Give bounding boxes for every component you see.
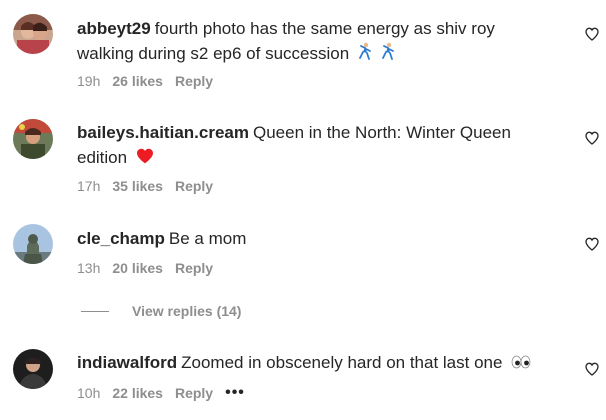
likes-count[interactable]: 35 likes [112,178,163,194]
like-heart-icon[interactable] [584,130,600,146]
comment-body: abbeyt29 fourth photo has the same energy… [77,16,546,67]
comment-username[interactable]: abbeyt29 [77,19,151,38]
reply-button[interactable]: Reply [175,385,213,401]
comment-time: 19h [77,73,101,89]
comment-username[interactable]: cle_champ [77,229,165,248]
likes-count[interactable]: 26 likes [112,73,163,89]
divider-line [81,310,109,312]
likes-count[interactable]: 22 likes [112,385,163,401]
dancer-emoji [381,42,395,67]
reply-button[interactable]: Reply [175,73,213,89]
reply-button[interactable]: Reply [175,260,213,276]
comment-meta: 17h 35 likes Reply [77,177,225,195]
comment-meta: 10h 22 likes Reply ••• [77,384,257,402]
comment-meta: 13h 20 likes Reply [77,259,225,277]
like-heart-icon[interactable] [584,361,600,377]
view-replies-label: View replies (14) [132,303,242,319]
like-heart-icon[interactable] [584,236,600,252]
avatar[interactable] [13,14,53,54]
likes-count[interactable]: 20 likes [112,260,163,276]
dancer-emoji [358,42,372,67]
comment-time: 17h [77,178,101,194]
comment-meta: 19h 26 likes Reply [77,72,225,90]
comment-time: 13h [77,260,101,276]
avatar[interactable] [13,119,53,159]
comment-username[interactable]: indiawalford [77,353,177,372]
comment-time: 10h [77,385,101,401]
comment-body: indiawalford Zoomed in obscenely hard on … [77,350,546,376]
eyes-emoji [511,351,531,376]
reply-button[interactable]: Reply [175,178,213,194]
comment-body: cle_champ Be a mom [77,226,546,251]
more-options-icon[interactable]: ••• [225,384,245,402]
comment-text: Zoomed in obscenely hard on that last on… [181,353,503,372]
comment-username[interactable]: baileys.haitian.cream [77,123,249,142]
avatar[interactable] [13,224,53,264]
comment-body: baileys.haitian.cream Queen in the North:… [77,120,546,171]
comment-text: Be a mom [168,229,247,248]
avatar[interactable] [13,349,53,389]
like-heart-icon[interactable] [584,26,600,42]
view-replies-button[interactable]: View replies (14) [81,302,241,320]
red-heart-emoji [136,146,154,171]
